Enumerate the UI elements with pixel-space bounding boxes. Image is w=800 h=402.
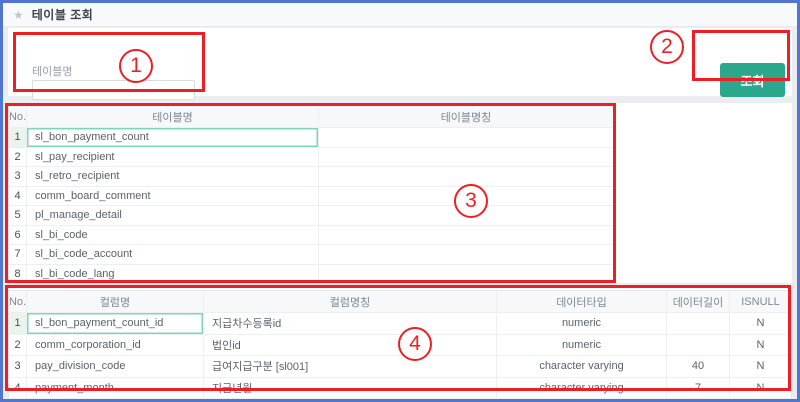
row-no: 1: [9, 128, 27, 147]
table-list-grid: No. 테이블명 테이블명칭 1 sl_bon_payment_count 2 …: [8, 105, 614, 285]
table-title-cell[interactable]: [319, 167, 613, 186]
search-panel: 테이블명 조회: [8, 28, 792, 100]
table-name-label: 테이블명: [32, 66, 73, 78]
row-no: 4: [9, 186, 27, 205]
table-title-cell[interactable]: [319, 148, 613, 167]
table-name-cell[interactable]: sl_pay_recipient: [27, 147, 319, 166]
column-list-grid: No. 컬럼명 컬럼명칭 데이터타입 데이터길이 ISNULL 1 sl_bon…: [8, 290, 792, 399]
row-no: 3: [9, 167, 27, 186]
header-data-length: 데이터길이: [667, 291, 730, 312]
table-row[interactable]: 5 pl_manage_detail: [9, 206, 613, 226]
row-no: 8: [9, 264, 27, 283]
table-name-cell[interactable]: comm_board_comment: [27, 186, 319, 205]
header-no: No.: [9, 291, 27, 312]
row-no: 7: [9, 245, 27, 264]
table-row[interactable]: 4 comm_board_comment: [9, 186, 613, 206]
row-no: 3: [9, 356, 27, 377]
column-title-cell[interactable]: 지급차수등록id: [204, 313, 497, 334]
isnull-cell[interactable]: N: [730, 335, 791, 356]
data-length-cell[interactable]: [667, 313, 730, 334]
table-title-cell[interactable]: [319, 128, 613, 147]
table-name-input[interactable]: [32, 80, 195, 100]
table-name-cell[interactable]: pl_manage_detail: [27, 206, 319, 225]
row-no: 2: [9, 334, 27, 355]
row-no: 4: [9, 377, 27, 398]
table-title-cell[interactable]: [319, 226, 613, 245]
header-no: No.: [9, 106, 27, 127]
page-title: 테이블 조회: [31, 8, 94, 22]
table-row[interactable]: 6 sl_bi_code: [9, 225, 613, 245]
column-name-cell[interactable]: sl_bon_payment_count_id: [27, 313, 204, 334]
column-row[interactable]: 4 payment_month 지급년월 character varying 7…: [9, 377, 791, 399]
table-title-cell[interactable]: [319, 265, 613, 284]
header-column-title: 컬럼명칭: [204, 291, 497, 312]
table-row[interactable]: 3 sl_retro_recipient: [9, 167, 613, 187]
data-length-cell[interactable]: 7: [667, 377, 730, 398]
table-name-cell[interactable]: sl_bi_code: [27, 225, 319, 244]
table-row[interactable]: 1 sl_bon_payment_count: [9, 128, 613, 148]
search-button[interactable]: 조회: [720, 63, 785, 97]
column-name-cell[interactable]: pay_division_code: [27, 356, 204, 377]
data-type-cell[interactable]: numeric: [497, 334, 667, 355]
table-row[interactable]: 2 sl_pay_recipient: [9, 147, 613, 167]
table-name-cell[interactable]: sl_bon_payment_count: [27, 128, 319, 147]
column-list-header-row: No. 컬럼명 컬럼명칭 데이터타입 데이터길이 ISNULL: [9, 291, 791, 313]
table-row[interactable]: 8 sl_bi_code_lang: [9, 264, 613, 284]
column-row[interactable]: 1 sl_bon_payment_count_id 지급차수등록id numer…: [9, 313, 791, 335]
isnull-cell[interactable]: N: [730, 313, 791, 334]
data-type-cell[interactable]: numeric: [497, 313, 667, 334]
column-name-cell[interactable]: payment_month: [27, 377, 204, 398]
isnull-cell[interactable]: N: [730, 356, 791, 377]
header-table-title: 테이블명칭: [440, 111, 492, 124]
table-list-header-row: No. 테이블명 테이블명칭: [9, 106, 613, 128]
favorite-star-icon[interactable]: ★: [13, 8, 24, 22]
data-length-cell[interactable]: [667, 334, 730, 355]
data-length-cell[interactable]: 40: [667, 356, 730, 377]
row-no: 2: [9, 147, 27, 166]
app-window: ★ 테이블 조회 테이블명 조회 No. 테이블명 테이블명칭 1 sl_bon…: [0, 0, 800, 402]
header-table-name: 테이블명: [27, 106, 319, 127]
table-title-cell[interactable]: [319, 245, 613, 264]
column-name-cell[interactable]: comm_corporation_id: [27, 334, 204, 355]
column-title-cell[interactable]: 법인id: [204, 334, 497, 355]
table-name-cell[interactable]: sl_bi_code_account: [27, 245, 319, 264]
title-bar: ★ 테이블 조회: [3, 3, 797, 27]
row-no: 6: [9, 225, 27, 244]
data-type-cell[interactable]: character varying: [497, 377, 667, 398]
table-name-cell[interactable]: sl_bi_code_lang: [27, 264, 319, 283]
header-isnull: ISNULL: [741, 295, 780, 308]
row-no: 5: [9, 206, 27, 225]
column-row[interactable]: 2 comm_corporation_id 법인id numeric N: [9, 334, 791, 356]
table-title-cell[interactable]: [319, 206, 613, 225]
column-title-cell[interactable]: 지급년월: [204, 377, 497, 398]
header-data-type: 데이터타입: [497, 291, 667, 312]
isnull-cell[interactable]: N: [730, 378, 791, 399]
column-row[interactable]: 3 pay_division_code 급여지급구분 [sl001] chara…: [9, 356, 791, 378]
row-no: 1: [9, 313, 27, 334]
column-title-cell[interactable]: 급여지급구분 [sl001]: [204, 356, 497, 377]
header-column-name: 컬럼명: [27, 291, 204, 312]
data-type-cell[interactable]: character varying: [497, 356, 667, 377]
table-name-cell[interactable]: sl_retro_recipient: [27, 167, 319, 186]
table-row[interactable]: 7 sl_bi_code_account: [9, 245, 613, 265]
table-title-cell[interactable]: [319, 187, 613, 206]
